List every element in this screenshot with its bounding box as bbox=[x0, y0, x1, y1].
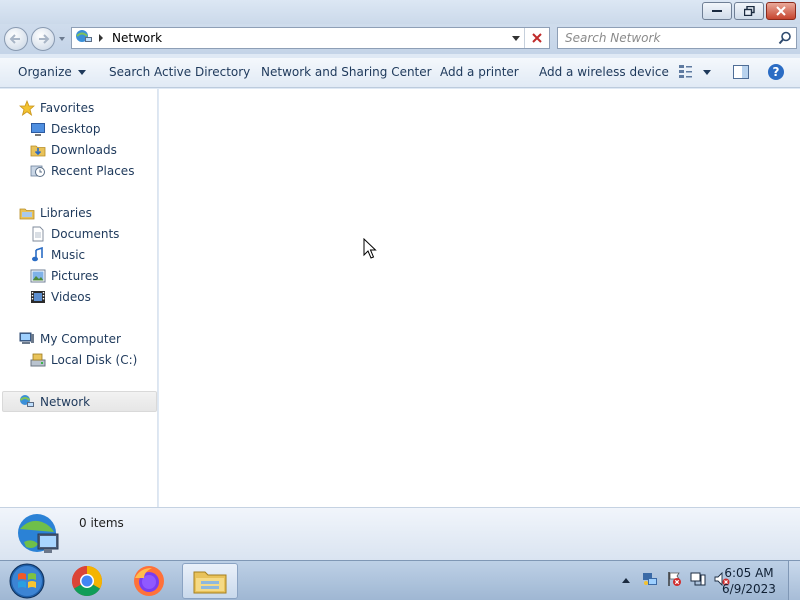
nav-videos[interactable]: Videos bbox=[30, 286, 91, 307]
nav-local-disk-c[interactable]: Local Disk (C:) bbox=[30, 349, 137, 370]
firefox-taskbar-button[interactable] bbox=[121, 563, 177, 599]
search-icon[interactable] bbox=[778, 31, 792, 48]
nav-network[interactable]: Network bbox=[19, 391, 90, 412]
back-button[interactable] bbox=[4, 27, 28, 51]
nav-documents[interactable]: Documents bbox=[30, 223, 119, 244]
network-connection-tray-icon[interactable] bbox=[690, 571, 706, 590]
show-desktop-button[interactable] bbox=[788, 561, 800, 600]
network-icon bbox=[75, 29, 93, 48]
restore-button[interactable] bbox=[734, 2, 764, 20]
windows-orb-icon bbox=[9, 563, 45, 599]
firefox-icon bbox=[134, 566, 164, 596]
clock-date: 6/9/2023 bbox=[722, 582, 776, 596]
pictures-icon bbox=[30, 268, 46, 284]
nav-libraries-label: Libraries bbox=[40, 205, 92, 220]
details-pane: 0 items bbox=[0, 507, 800, 560]
add-wireless-device-button[interactable]: Add a wireless device bbox=[539, 65, 669, 79]
search-active-directory-button[interactable]: Search Active Directory bbox=[109, 65, 250, 79]
downloads-folder-icon bbox=[30, 142, 46, 158]
recent-places-icon bbox=[30, 163, 46, 179]
action-center-flag-icon[interactable] bbox=[666, 571, 682, 590]
videos-icon bbox=[30, 289, 46, 305]
nav-my-computer[interactable]: My Computer bbox=[19, 328, 121, 349]
windows-explorer-folder-icon bbox=[193, 571, 227, 594]
title-bar bbox=[0, 0, 800, 24]
search-placeholder: Search Network bbox=[565, 31, 661, 45]
minimize-button[interactable] bbox=[702, 2, 732, 20]
nav-videos-label: Videos bbox=[51, 289, 91, 304]
preview-pane-icon bbox=[733, 65, 749, 79]
item-count: 0 items bbox=[79, 516, 124, 530]
star-icon bbox=[19, 99, 35, 116]
chrome-icon bbox=[71, 566, 103, 597]
nav-desktop[interactable]: Desktop bbox=[30, 118, 101, 139]
address-row: Network Search Network bbox=[0, 24, 800, 54]
music-icon bbox=[30, 246, 46, 263]
help-button[interactable]: ? bbox=[767, 63, 785, 84]
taskbar: 6:05 AM 6/9/2023 bbox=[0, 560, 800, 600]
mouse-cursor-icon bbox=[363, 237, 377, 263]
nav-favorites[interactable]: Favorites bbox=[19, 97, 94, 118]
nav-local-disk-label: Local Disk (C:) bbox=[51, 352, 138, 367]
view-options-icon bbox=[679, 65, 711, 78]
svg-text:?: ? bbox=[773, 65, 780, 79]
search-box[interactable]: Search Network bbox=[557, 27, 797, 49]
forward-button[interactable] bbox=[31, 27, 55, 51]
help-icon: ? bbox=[768, 64, 784, 80]
address-bar[interactable]: Network bbox=[71, 27, 550, 49]
nav-music[interactable]: Music bbox=[30, 244, 85, 265]
organize-label: Organize bbox=[18, 65, 72, 79]
drive-icon bbox=[30, 352, 46, 368]
organize-button[interactable]: Organize bbox=[18, 65, 86, 79]
stop-button[interactable] bbox=[529, 30, 545, 46]
network-tray-icon[interactable] bbox=[642, 571, 658, 590]
clock[interactable]: 6:05 AM 6/9/2023 bbox=[712, 565, 786, 597]
close-icon bbox=[776, 6, 786, 16]
preview-pane-button[interactable] bbox=[732, 63, 750, 84]
nav-pictures-label: Pictures bbox=[51, 268, 99, 283]
clock-time: 6:05 AM bbox=[724, 566, 774, 580]
window-controls bbox=[702, 2, 796, 20]
add-printer-button[interactable]: Add a printer bbox=[440, 65, 519, 79]
breadcrumb-chevron-icon[interactable] bbox=[99, 34, 103, 42]
nav-downloads-label: Downloads bbox=[51, 142, 117, 157]
nav-favorites-label: Favorites bbox=[40, 100, 95, 115]
network-icon bbox=[19, 394, 35, 410]
nav-libraries[interactable]: Libraries bbox=[19, 202, 92, 223]
libraries-icon bbox=[19, 205, 35, 221]
navigation-pane: Favorites Desktop Downloads Recent Place… bbox=[0, 89, 158, 507]
computer-icon bbox=[19, 331, 35, 347]
nav-downloads[interactable]: Downloads bbox=[30, 139, 117, 160]
recent-pages-dropdown[interactable] bbox=[59, 37, 65, 41]
start-button[interactable] bbox=[7, 562, 47, 600]
nav-my-computer-label: My Computer bbox=[40, 331, 121, 346]
restore-icon bbox=[743, 6, 755, 16]
nav-desktop-label: Desktop bbox=[51, 121, 101, 136]
explorer-taskbar-button[interactable] bbox=[182, 563, 238, 599]
nav-recent-places[interactable]: Recent Places bbox=[30, 160, 134, 181]
stop-x-icon bbox=[532, 33, 542, 43]
nav-music-label: Music bbox=[51, 247, 86, 262]
network-globe-icon bbox=[16, 512, 62, 561]
forward-arrow-icon bbox=[39, 34, 50, 44]
chrome-taskbar-button[interactable] bbox=[59, 563, 115, 599]
close-button[interactable] bbox=[766, 2, 796, 20]
nav-recent-places-label: Recent Places bbox=[51, 163, 135, 178]
file-list-area[interactable] bbox=[159, 89, 800, 507]
nav-pictures[interactable]: Pictures bbox=[30, 265, 99, 286]
network-sharing-center-button[interactable]: Network and Sharing Center bbox=[261, 65, 432, 79]
minimize-icon bbox=[712, 10, 722, 12]
back-arrow-icon bbox=[9, 34, 20, 44]
chevron-down-icon bbox=[77, 70, 86, 75]
command-bar: Organize Search Active Directory Network… bbox=[0, 58, 800, 88]
address-divider bbox=[524, 28, 525, 48]
address-history-dropdown[interactable] bbox=[512, 36, 520, 41]
show-hidden-icons-button[interactable] bbox=[622, 578, 630, 583]
documents-icon bbox=[30, 226, 46, 242]
desktop-icon bbox=[30, 121, 46, 137]
change-view-button[interactable] bbox=[678, 63, 714, 84]
nav-documents-label: Documents bbox=[51, 226, 120, 241]
address-location[interactable]: Network bbox=[112, 31, 162, 45]
nav-network-label: Network bbox=[40, 394, 91, 409]
